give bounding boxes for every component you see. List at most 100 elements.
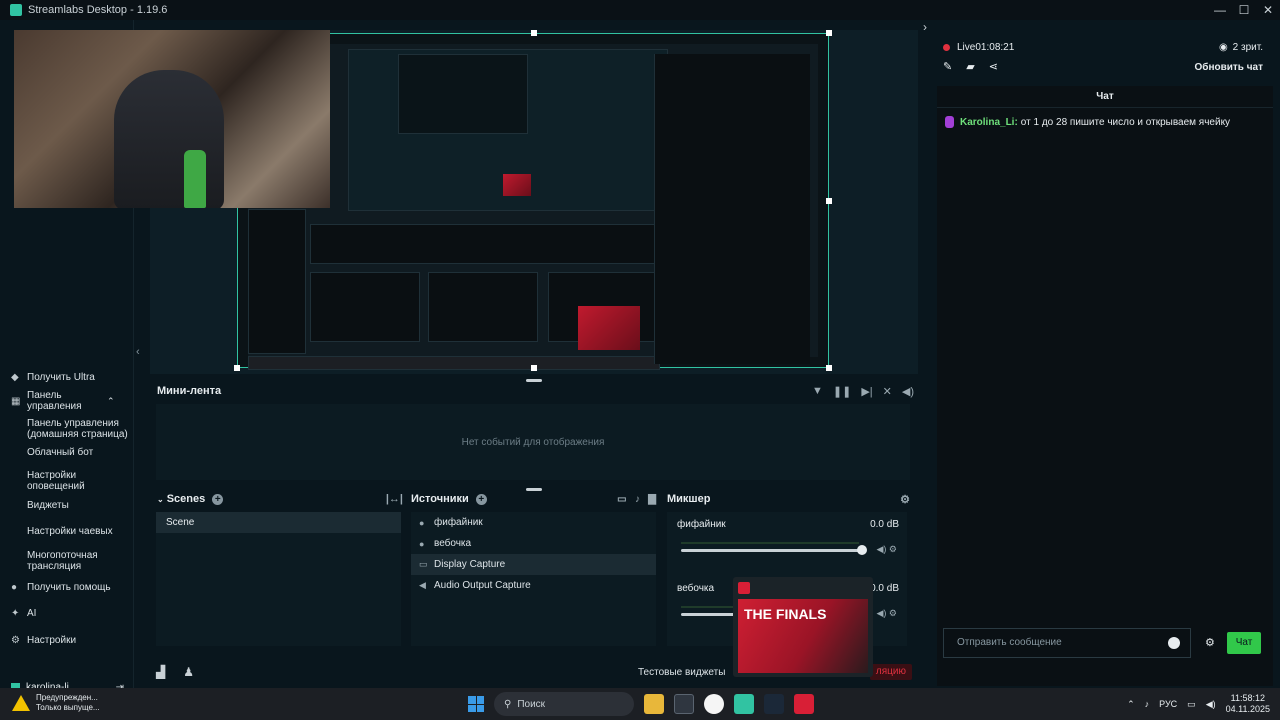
share-icon[interactable]: ⋖ [989,60,998,73]
webcam-bottle [184,150,206,208]
sidebar-item-dashboard[interactable]: ▦ Панель управления ⌃ [0,388,134,414]
source-audio-icon[interactable]: ♪ [635,494,640,505]
the-finals-icon[interactable] [794,694,814,714]
stats-icon[interactable]: ▟ [156,665,165,679]
webcam-person [114,70,224,208]
viewer-count: ◉ 2 зрит. [1219,42,1263,53]
end-stream-button[interactable]: ляцию [869,664,912,680]
store-icon[interactable] [674,694,694,714]
source-item[interactable]: ◀ Audio Output Capture [411,575,656,596]
mixer-settings-icon[interactable]: ⚙ [900,493,910,506]
chat-title: Чат [937,86,1273,108]
nested-game-thumb-small [503,174,531,196]
sidebar-item-help[interactable]: ● Получить помощь [0,574,134,600]
channel-gear-icon[interactable]: ⚙ [889,608,897,618]
sidebar-subitem-cloudbot[interactable]: Облачный бот [0,442,134,464]
scene-transitions-icon[interactable]: |↔| [386,493,403,505]
chat-author[interactable]: Karolina_Li: [960,117,1018,128]
mic-icon: ● [419,538,425,549]
minimize-icon[interactable]: — [1208,0,1232,20]
chevron-up-icon[interactable]: ⌃ [107,396,115,407]
microphone-icon[interactable]: ♪ [1145,699,1150,709]
game-thumbnail[interactable]: THE FINALS [738,599,868,673]
language-indicator[interactable]: РУС [1159,699,1177,709]
sidebar-item-label: Получить Ultra [27,371,95,383]
notifications-icon[interactable]: ♟ [183,665,194,679]
tray-overflow-icon[interactable]: ⌃ [1127,699,1135,710]
volume-slider[interactable] [681,549,859,552]
nested-sidebar [248,209,306,354]
volume-slider-handle[interactable] [857,545,867,555]
test-widgets-button[interactable]: Тестовые виджеты [638,667,725,678]
mute-icon[interactable]: ◀) [876,608,886,618]
chat-settings-icon[interactable]: ⚙ [1205,636,1215,649]
taskbar-search[interactable]: ⚲ Поиск [494,692,634,716]
skip-icon[interactable]: ▶| [861,385,872,398]
sidebar-nav: ◆ Получить Ultra ▦ Панель управления ⌃ П… [0,366,134,653]
mixer-channel-name: вебочка [677,583,715,594]
chevron-down-icon[interactable]: ⌄ [157,495,164,504]
add-scene-icon[interactable]: + [212,493,224,505]
file-explorer-icon[interactable] [644,694,664,714]
filter-icon[interactable]: ▼ [812,385,823,398]
source-item[interactable]: ● фифайник [411,512,656,533]
game-thumbnail-title: THE FINALS [744,606,827,622]
source-display-icon[interactable]: ▭ [617,494,626,505]
close-icon[interactable]: ✕ [1256,0,1280,20]
add-source-icon[interactable]: + [475,493,487,505]
emoji-icon[interactable] [1168,637,1180,649]
webcam-overlay[interactable] [14,30,330,208]
maximize-icon[interactable]: ☐ [1232,0,1256,20]
mute-icon[interactable]: ◀) [876,544,886,554]
dashboard-icon: ▦ [11,395,21,407]
resize-handle[interactable] [826,365,832,371]
steam-icon[interactable] [764,694,784,714]
chat-message: Karolina_Li: от 1 до 28 пишите число и о… [945,116,1230,128]
resize-handle[interactable] [826,198,832,204]
sidebar-subitem-tips[interactable]: Настройки чаевых [0,520,134,544]
minifeed-title: Мини-лента [157,385,222,397]
mixer-channel-controls: ◀) ⚙ [876,608,897,619]
folder-icon[interactable]: ▰ [966,60,974,73]
source-item[interactable]: ● вебочка [411,533,656,554]
mute-alerts-icon[interactable]: ✕ [883,385,892,398]
resize-handle[interactable] [531,30,537,36]
channel-gear-icon[interactable]: ⚙ [889,544,897,554]
sidebar-subitem-home[interactable]: Панель управления (домашняя страница) [0,414,134,442]
refresh-chat-button[interactable]: Обновить чат [1195,62,1264,73]
collapse-sidebar-icon[interactable]: ‹ [136,346,140,358]
streamlabs-taskbar-icon[interactable] [734,694,754,714]
sidebar-item-settings[interactable]: ⚙ Настройки [0,627,134,653]
source-folder-icon[interactable]: ▇ [648,494,656,505]
window-controls: — ☐ ✕ [1208,0,1280,20]
yandex-browser-icon[interactable] [704,694,724,714]
collapse-chat-icon[interactable]: › [923,20,927,34]
sources-list: ● фифайник ● вебочка ▭ Display Capture ◀… [411,512,656,646]
sidebar-item-ultra[interactable]: ◆ Получить Ultra [0,366,134,388]
source-label: Audio Output Capture [434,580,531,591]
resize-handle[interactable] [826,30,832,36]
resize-handle[interactable] [234,365,240,371]
network-icon[interactable]: ▭ [1187,699,1196,710]
sidebar-subitem-widgets[interactable]: Виджеты [0,494,134,520]
ai-icon: ✦ [11,608,20,619]
chat-send-button[interactable]: Чат [1227,632,1261,654]
sidebar-item-ai[interactable]: ✦ AI [0,600,134,627]
scene-item[interactable]: Scene [156,512,401,533]
game-window-preview[interactable]: THE FINALS [733,577,873,677]
edit-icon[interactable]: ✎ [943,60,952,73]
taskbar-clock[interactable]: 11:58:12 04.11.2025 [1226,693,1270,715]
source-item[interactable]: ▭ Display Capture [411,554,656,575]
speaker-tray-icon[interactable]: ◀) [1206,699,1216,710]
gear-icon: ⚙ [11,634,20,646]
resize-handle[interactable] [531,365,537,371]
chat-input[interactable]: Отправить сообщение [943,628,1191,658]
windows-start-icon[interactable] [468,696,484,712]
volume-icon[interactable]: ◀) [902,385,914,398]
sidebar-subitem-multistream[interactable]: Многопоточная трансляция [0,544,98,574]
warning-notification[interactable]: Предупрежден... Только выпуще... [12,693,100,713]
sidebar-item-label: AI [27,608,37,619]
minifeed-tools: ▼ ❚❚ ▶| ✕ ◀) [812,385,914,398]
sidebar-subitem-alerts[interactable]: Настройки оповещений [0,464,90,494]
pause-icon[interactable]: ❚❚ [833,385,851,398]
